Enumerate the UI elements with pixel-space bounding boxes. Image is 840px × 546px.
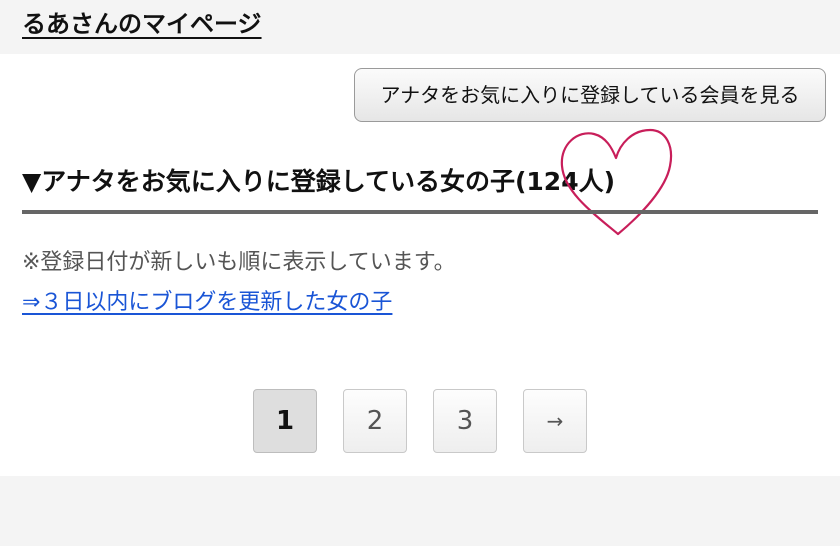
pagination: 1 2 3 → xyxy=(253,389,587,453)
page-button-1[interactable]: 1 xyxy=(253,389,317,453)
main-content: アナタをお気に入りに登録している会員を見る ▼アナタをお気に入りに登録している女… xyxy=(0,54,840,476)
section-divider xyxy=(22,210,818,214)
page-header: るあさんのマイページ xyxy=(0,0,840,54)
page-title[interactable]: るあさんのマイページ xyxy=(22,4,262,39)
section-heading: ▼アナタをお気に入りに登録している女の子(124人) xyxy=(22,167,616,196)
page-button-3[interactable]: 3 xyxy=(433,389,497,453)
my-page: るあさんのマイページ アナタをお気に入りに登録している会員を見る ▼アナタをお気… xyxy=(0,0,840,546)
next-page-button[interactable]: → xyxy=(523,389,587,453)
page-button-2[interactable]: 2 xyxy=(343,389,407,453)
sort-order-note: ※登録日付が新しいも順に表示しています。 xyxy=(22,250,456,275)
view-favoriting-members-button[interactable]: アナタをお気に入りに登録している会員を見る xyxy=(354,68,826,122)
recent-blog-link[interactable]: ⇒３日以内にブログを更新した女の子 xyxy=(22,284,392,316)
